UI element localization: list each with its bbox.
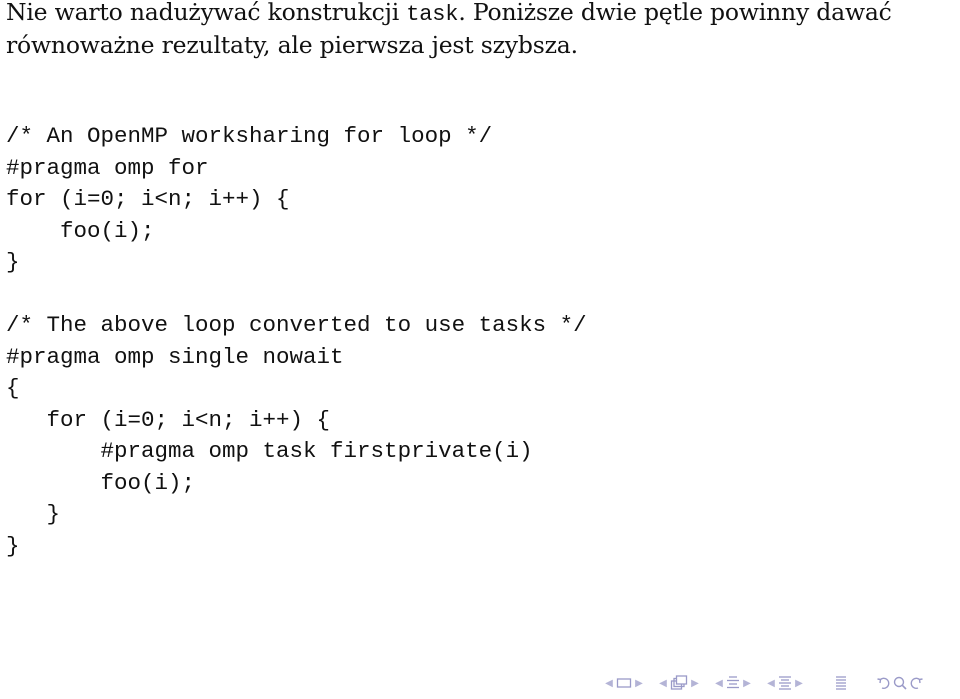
code-line: for (i=0; i<n; i++) { xyxy=(6,406,331,433)
document-icon[interactable] xyxy=(834,675,848,691)
beamer-navigation-bar: ◀ ▶ ◀ ▶ ◀ ▶ ◀ ▶ xyxy=(602,672,924,694)
code-line: foo(i); xyxy=(6,217,155,244)
next-section-icon[interactable]: ▶ xyxy=(740,678,754,689)
prev-subsection-icon[interactable]: ◀ xyxy=(764,678,778,689)
code-line: #pragma omp for xyxy=(6,154,209,181)
next-subsection-icon[interactable]: ▶ xyxy=(792,678,806,689)
code-line: /* The above loop converted to use tasks… xyxy=(6,312,587,338)
subsection-icon[interactable] xyxy=(778,675,792,691)
code-line: foo(i); xyxy=(6,469,196,496)
slide-nav-group: ◀ ▶ xyxy=(656,675,702,691)
section-nav-group: ◀ ▶ xyxy=(712,675,754,691)
code-line: } xyxy=(6,501,61,527)
frame-nav-group: ◀ ▶ xyxy=(602,677,646,689)
subsection-nav-group: ◀ ▶ xyxy=(764,675,806,691)
forward-icon[interactable] xyxy=(908,675,924,691)
intro-code-word: task xyxy=(406,2,459,27)
intro-text-1: Nie warto nadużywać konstrukcji xyxy=(6,0,407,26)
intro-paragraph: Nie warto nadużywać konstrukcji task. Po… xyxy=(6,0,956,61)
frame-icon[interactable] xyxy=(616,677,632,689)
code-block-worksharing: /* An OpenMP worksharing for loop */ #pra… xyxy=(6,121,492,279)
back-icon[interactable] xyxy=(876,675,892,691)
code-line: for (i=0; i<n; i++) { xyxy=(6,186,290,212)
code-block-tasks: /* The above loop converted to use tasks… xyxy=(6,310,587,562)
section-icon[interactable] xyxy=(726,675,740,691)
slide-icon[interactable] xyxy=(670,675,688,691)
search-icon[interactable] xyxy=(892,675,908,691)
code-line: /* An OpenMP worksharing for loop */ xyxy=(6,123,493,149)
code-line: } xyxy=(6,249,20,275)
code-line: #pragma omp single nowait xyxy=(6,343,344,370)
next-slide-icon[interactable]: ▶ xyxy=(688,678,702,689)
code-line: #pragma omp task firstprivate(i) xyxy=(6,438,533,464)
prev-frame-icon[interactable]: ◀ xyxy=(602,678,616,689)
prev-slide-icon[interactable]: ◀ xyxy=(656,678,670,689)
next-frame-icon[interactable]: ▶ xyxy=(632,678,646,689)
code-line: } xyxy=(6,532,20,559)
code-line: { xyxy=(6,375,20,401)
prev-section-icon[interactable]: ◀ xyxy=(712,678,726,689)
